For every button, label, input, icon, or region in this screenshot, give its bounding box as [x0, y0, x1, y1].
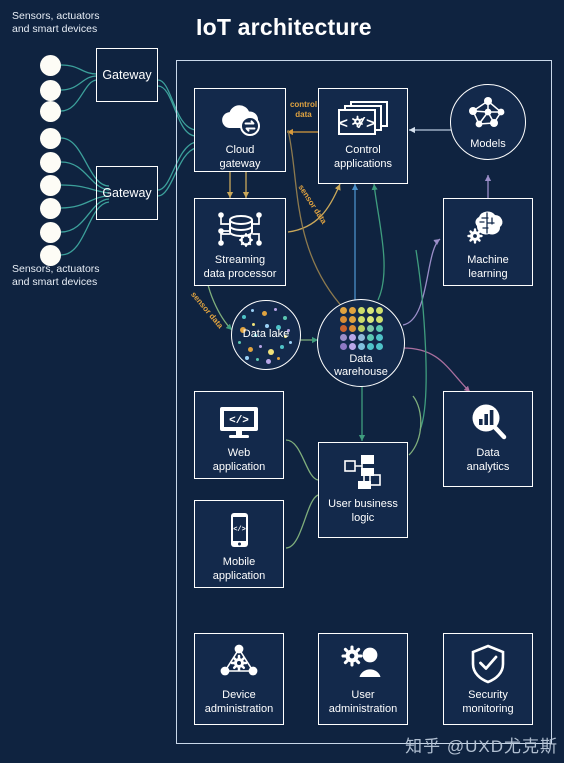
- node-device-administration-label: Device administration: [204, 689, 274, 715]
- iot-architecture-diagram: IoT architecture Sensors, actuators and …: [0, 0, 564, 763]
- node-web-application[interactable]: </> Web application: [194, 391, 284, 479]
- brain-gear-icon: [463, 208, 513, 250]
- node-user-business-logic[interactable]: User business logic: [318, 442, 408, 538]
- node-web-application-label: Web application: [212, 447, 266, 473]
- node-cloud-gateway-label: Cloud gateway: [219, 144, 261, 170]
- node-mobile-application[interactable]: </> Mobile application: [194, 500, 284, 588]
- flowchart-icon: [339, 452, 387, 494]
- sensor-node: [40, 152, 61, 173]
- sensor-node: [40, 198, 61, 219]
- database-gear-icon: [214, 208, 266, 250]
- node-data-warehouse-label: Data warehouse: [334, 352, 388, 379]
- node-security-monitoring-label: Security monitoring: [462, 689, 514, 715]
- node-security-monitoring[interactable]: Security monitoring: [443, 633, 533, 725]
- node-models[interactable]: Models: [450, 84, 526, 160]
- sensor-node: [40, 101, 61, 122]
- sensor-node: [40, 175, 61, 196]
- node-user-business-logic-label: User business logic: [328, 498, 398, 524]
- node-data-analytics[interactable]: Data analytics: [443, 391, 533, 487]
- node-machine-learning-label: Machine learning: [467, 254, 509, 280]
- node-models-label: Models: [470, 137, 506, 150]
- node-streaming-data-processor[interactable]: Streaming data processor: [194, 198, 286, 286]
- svg-text:</>: </>: [233, 526, 246, 534]
- shield-check-icon: [468, 643, 508, 685]
- dot-matrix-icon: [339, 306, 383, 350]
- node-cloud-gateway[interactable]: Cloud gateway: [194, 88, 286, 172]
- user-gear-icon: [339, 643, 387, 685]
- node-mobile-application-label: Mobile application: [212, 556, 266, 582]
- device-gear-icon: [216, 643, 262, 685]
- node-data-lake-label: Data lake: [242, 328, 290, 341]
- node-data-lake[interactable]: Data lake: [231, 300, 301, 370]
- page-title: IoT architecture: [196, 14, 372, 40]
- sensor-node: [40, 128, 61, 149]
- gateway-top-label: Gateway: [102, 68, 152, 82]
- svg-text:</>: </>: [229, 415, 249, 427]
- node-data-analytics-label: Data analytics: [466, 447, 510, 473]
- sensors-label-bottom: Sensors, actuators and smart devices: [12, 263, 100, 288]
- watermark: 知乎 @UXD尤克斯: [405, 737, 558, 756]
- node-device-administration[interactable]: Device administration: [194, 633, 284, 725]
- sensor-node: [40, 55, 61, 76]
- cloud-sync-icon: [217, 98, 263, 140]
- chart-magnifier-icon: [466, 401, 510, 443]
- flow-label-control-data: control data: [289, 100, 318, 119]
- node-user-administration[interactable]: User administration: [318, 633, 408, 725]
- sensor-node: [40, 245, 61, 266]
- gateway-top[interactable]: Gateway: [96, 48, 158, 102]
- phone-code-icon: </>: [222, 510, 256, 552]
- gateway-bottom[interactable]: Gateway: [96, 166, 158, 220]
- sensors-label-top: Sensors, actuators and smart devices: [12, 10, 100, 35]
- node-control-applications[interactable]: < /> Control applications: [318, 88, 408, 184]
- sensor-node: [40, 222, 61, 243]
- node-user-administration-label: User administration: [328, 689, 398, 715]
- gateway-bottom-label: Gateway: [102, 186, 152, 200]
- node-machine-learning[interactable]: Machine learning: [443, 198, 533, 286]
- code-gear-windows-icon: < />: [335, 98, 391, 140]
- node-streaming-data-processor-label: Streaming data processor: [203, 254, 277, 280]
- node-data-warehouse[interactable]: Data warehouse: [317, 299, 405, 387]
- monitor-code-icon: </>: [215, 401, 263, 443]
- sensor-node: [40, 80, 61, 101]
- node-control-applications-label: Control applications: [333, 144, 393, 170]
- network-graph-icon: [463, 93, 513, 138]
